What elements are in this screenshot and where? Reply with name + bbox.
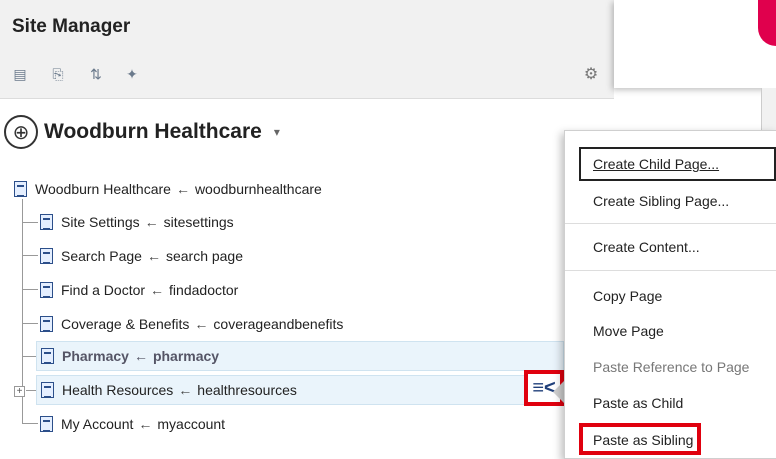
site-name: Woodburn Healthcare: [44, 120, 262, 143]
site-selector[interactable]: ⊕ Woodburn Healthcare ▾: [4, 114, 280, 150]
move-up-down-icon[interactable]: ⇅: [88, 66, 104, 82]
tree-node-pharmacy[interactable]: Pharmacy ← pharmacy: [36, 341, 564, 371]
node-path: pharmacy: [152, 348, 220, 364]
menu-divider: [565, 270, 776, 271]
tree-node[interactable]: Coverage & Benefits ← coverageandbenefit…: [40, 309, 343, 339]
node-path: findadoctor: [169, 282, 239, 298]
node-label: Find a Doctor: [61, 282, 146, 298]
page-icon: [41, 382, 54, 398]
page-icon: [40, 248, 53, 264]
page-icon: [40, 416, 53, 432]
tree-node[interactable]: Find a Doctor ← findadoctor: [40, 275, 238, 305]
node-path: myaccount: [157, 416, 226, 432]
alias-arrow: ←: [138, 416, 153, 432]
tree-node[interactable]: Site Settings ← sitesettings: [40, 207, 234, 237]
expand-toggle-icon[interactable]: +: [14, 386, 25, 397]
page-copy-icon[interactable]: ⎘: [50, 66, 66, 82]
globe-icon: ⊕: [4, 115, 38, 149]
background-panel: [761, 88, 776, 130]
alias-arrow: ←: [178, 382, 193, 398]
menu-item-paste-as-sibling[interactable]: Paste as Sibling: [579, 423, 701, 455]
tree-connector: [22, 423, 38, 424]
node-label: Woodburn Healthcare: [35, 181, 171, 197]
page-icon: [40, 282, 53, 298]
menu-item-paste-reference: Paste Reference to Page: [593, 359, 750, 375]
chevron-down-icon[interactable]: ▾: [274, 125, 280, 139]
alias-arrow: ←: [150, 282, 165, 298]
menu-item-label: Paste as Sibling: [593, 432, 694, 448]
panel-header: Site Manager ▤ ⎘ ⇅ ✦ ⚙: [0, 0, 614, 99]
node-path: search page: [165, 248, 244, 264]
node-path: healthresources: [197, 382, 297, 398]
node-label: Search Page: [61, 248, 142, 264]
settings-gear-icon[interactable]: ⚙: [581, 64, 601, 84]
site-manager-panel: Site Manager ▤ ⎘ ⇅ ✦ ⚙ ⊕ Woodburn Health…: [0, 0, 614, 457]
menu-item-copy-page[interactable]: Copy Page: [593, 288, 662, 304]
menu-divider: [565, 223, 776, 224]
tree-connector: [22, 289, 38, 290]
node-label: Site Settings: [61, 214, 140, 230]
tree-connector: [22, 323, 38, 324]
node-label: Pharmacy: [62, 348, 129, 364]
menu-item-paste-as-child[interactable]: Paste as Child: [593, 395, 683, 411]
header-backdrop: [614, 0, 776, 88]
tree-connector: [22, 222, 38, 223]
alias-arrow: ←: [194, 316, 209, 332]
node-label: Health Resources: [62, 382, 174, 398]
alias-arrow: ←: [175, 181, 190, 197]
page-icon: [41, 348, 54, 364]
menu-item-label: Create Child Page...: [593, 156, 720, 172]
menu-item-create-content[interactable]: Create Content...: [593, 239, 700, 255]
tree-node[interactable]: My Account ← myaccount: [40, 409, 225, 439]
context-menu: Create Child Page... Create Sibling Page…: [564, 130, 776, 459]
page-icon: [14, 181, 27, 197]
node-path: sitesettings: [163, 214, 234, 230]
alias-arrow: ←: [133, 348, 148, 364]
sort-icon[interactable]: ✦: [124, 66, 140, 82]
node-path: woodburnhealthcare: [194, 181, 322, 197]
panel-title: Site Manager: [12, 16, 131, 37]
node-label: My Account: [61, 416, 134, 432]
node-label: Coverage & Benefits: [61, 316, 190, 332]
alias-arrow: ←: [146, 248, 161, 264]
tree-node[interactable]: Search Page ← search page: [40, 241, 243, 271]
tree-node-health-resources[interactable]: Health Resources ← healthresources: [36, 375, 526, 405]
tree-root-node[interactable]: Woodburn Healthcare ← woodburnhealthcare: [14, 174, 322, 204]
node-path: coverageandbenefits: [213, 316, 344, 332]
menu-item-create-child-page[interactable]: Create Child Page...: [579, 147, 776, 181]
alias-arrow: ←: [144, 214, 159, 230]
site-structure-icon[interactable]: ▤: [12, 66, 28, 82]
tree-connector: [22, 255, 38, 256]
menu-item-create-sibling-page[interactable]: Create Sibling Page...: [593, 193, 729, 209]
page-icon: [40, 316, 53, 332]
page-icon: [40, 214, 53, 230]
menu-item-move-page[interactable]: Move Page: [593, 323, 664, 339]
